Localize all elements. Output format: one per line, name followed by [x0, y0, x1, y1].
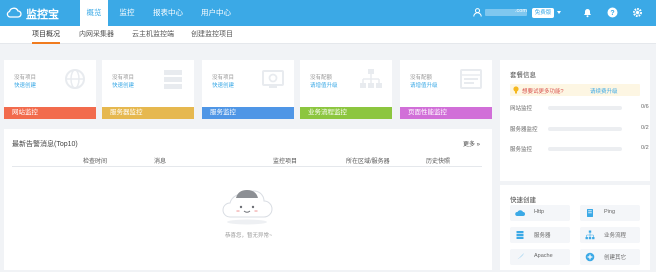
- quick-create-label: Http: [534, 209, 545, 215]
- tab-create-project[interactable]: 创建监控项目: [191, 26, 233, 44]
- column-monitor-project: 监控项目: [273, 159, 298, 165]
- apache-icon: [516, 253, 524, 260]
- card-service-monitor: 没有项目 快速创建 服务监控: [202, 60, 294, 119]
- quick-create-server[interactable]: 服务器: [510, 227, 570, 243]
- card-page-performance: 没有配额 请增值升级 页面性能监控: [400, 60, 492, 119]
- quick-create-title: 快速创建: [510, 197, 536, 204]
- card-create-link[interactable]: 快速创建: [112, 81, 134, 89]
- http-icon: [515, 210, 525, 216]
- card-create-link[interactable]: 快速创建: [14, 81, 36, 89]
- quick-create-http[interactable]: Http: [510, 205, 570, 221]
- svg-text:?: ?: [610, 10, 614, 17]
- card-status: 没有配额: [410, 75, 433, 81]
- tab-project-overview[interactable]: 项目概况: [32, 26, 60, 44]
- plan-info-panel: 套餐信息 想要试更多功能? 请续费升级 网站监控 0/6 服务器监控 0/2 服…: [500, 60, 650, 181]
- alerts-title: 最新告警消息(Top10): [12, 141, 78, 148]
- tab-cloud-host-monitor[interactable]: 云主机监控端: [132, 26, 174, 44]
- quota-count: 0/2: [641, 125, 649, 131]
- user-icon[interactable]: [473, 8, 482, 17]
- quick-create-label: Apache: [534, 253, 553, 259]
- process-icon: [585, 230, 595, 240]
- upgrade-prompt: 想要试更多功能?: [522, 89, 564, 95]
- quick-create-label: 创建其它: [604, 255, 627, 261]
- column-history-snapshot: 历史快照: [426, 159, 451, 165]
- quick-create-label: 业务流程: [604, 233, 627, 239]
- plan-badge[interactable]: 免费版: [532, 8, 554, 18]
- nav-overview[interactable]: 概览: [80, 0, 108, 26]
- column-check-time: 检查时间: [83, 159, 108, 165]
- quick-create-process[interactable]: 业务流程: [580, 227, 640, 243]
- card-category-label[interactable]: 页面性能监控: [400, 107, 492, 119]
- process-monitor-icon: [360, 69, 382, 88]
- server-icon: [516, 231, 524, 239]
- brand-name: 监控宝: [26, 9, 59, 21]
- quick-create-panel: 快速创建 Http Ping 服务器 业务流程 Apache 创建其它: [500, 185, 650, 270]
- chevron-down-icon[interactable]: [557, 11, 561, 14]
- empty-state-text: 恭喜您，暂无异常~: [225, 233, 273, 239]
- card-category-label[interactable]: 服务监控: [202, 107, 294, 119]
- quota-count: 0/6: [641, 104, 649, 110]
- help-icon[interactable]: ?: [607, 7, 618, 18]
- column-region-server: 所在区域/服务器: [346, 159, 390, 165]
- card-status: 没有项目: [112, 75, 135, 81]
- card-upgrade-link[interactable]: 请增值升级: [310, 81, 338, 89]
- card-status: 没有项目: [212, 75, 235, 81]
- quota-progress-bar: [548, 127, 622, 131]
- bell-icon[interactable]: [582, 7, 593, 18]
- happy-cloud-icon: [222, 190, 273, 225]
- card-process-monitor: 没有配额 请增值升级 业务流程监控: [300, 60, 392, 119]
- quick-create-ping[interactable]: Ping: [580, 205, 640, 221]
- upgrade-notice: 想要试更多功能? 请续费升级: [510, 84, 640, 96]
- upgrade-link[interactable]: 请续费升级: [590, 87, 618, 95]
- card-category-label[interactable]: 业务流程监控: [300, 107, 392, 119]
- column-message: 消息: [154, 159, 167, 165]
- website-monitor-icon: [65, 69, 85, 89]
- quick-create-other[interactable]: 创建其它: [580, 249, 640, 265]
- service-monitor-icon: [262, 70, 284, 88]
- card-category-label[interactable]: 服务器监控: [102, 107, 194, 119]
- top-bar: 监控宝 概览 监控 报表中心 用户中心 .com 免费版 ?: [0, 0, 656, 26]
- alerts-more-link[interactable]: 更多 »: [463, 139, 480, 148]
- quick-create-label: Ping: [604, 209, 616, 215]
- quota-progress-bar: [548, 106, 622, 110]
- quota-label: 网站监控: [510, 106, 533, 112]
- page-performance-icon: [460, 69, 482, 89]
- quota-progress-bar: [548, 147, 622, 151]
- quota-label: 服务监控: [510, 147, 533, 153]
- secondary-nav: 项目概况 内网采集器 云主机监控端 创建监控项目: [0, 26, 656, 44]
- nav-user-center[interactable]: 用户中心: [196, 0, 236, 26]
- card-status: 没有项目: [14, 75, 37, 81]
- nav-monitor[interactable]: 监控: [112, 0, 142, 26]
- quick-create-label: 服务器: [534, 233, 551, 239]
- card-website-monitor: 没有项目 快速创建 网站监控: [4, 60, 96, 119]
- card-category-label[interactable]: 网站监控: [4, 107, 96, 119]
- card-create-link[interactable]: 快速创建: [212, 81, 234, 89]
- cloud-logo-icon: [6, 7, 22, 18]
- nav-reports[interactable]: 报表中心: [148, 0, 188, 26]
- user-email-suffix[interactable]: .com: [515, 8, 527, 14]
- table-divider: [12, 166, 482, 167]
- ping-icon: [587, 209, 593, 217]
- server-monitor-icon: [164, 70, 182, 89]
- card-status: 没有配额: [310, 75, 333, 81]
- card-server-monitor: 没有项目 快速创建 服务器监控: [102, 60, 194, 119]
- quota-label: 服务器监控: [510, 127, 538, 133]
- settings-icon[interactable]: [632, 7, 643, 18]
- tab-intranet-collector[interactable]: 内网采集器: [79, 26, 114, 44]
- quick-create-apache[interactable]: Apache: [510, 249, 570, 265]
- add-icon: [585, 252, 595, 262]
- card-upgrade-link[interactable]: 请增值升级: [410, 81, 438, 89]
- lightbulb-icon: [513, 86, 519, 94]
- quota-count: 0/2: [641, 145, 649, 151]
- plan-info-title: 套餐信息: [510, 72, 536, 79]
